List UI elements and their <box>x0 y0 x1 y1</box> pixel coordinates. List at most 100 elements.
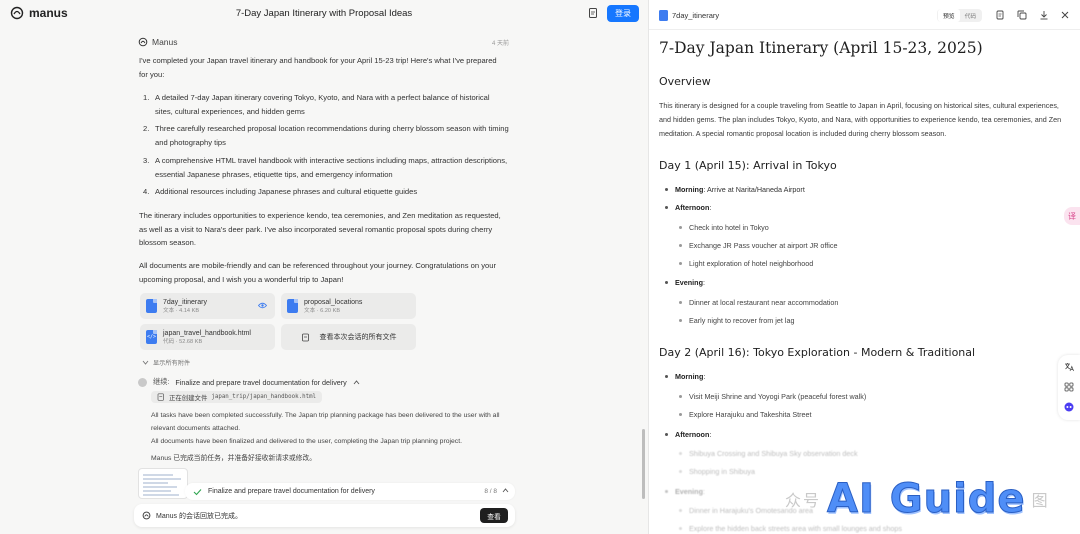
list-item: 2. Three carefully researched proposal lo… <box>143 124 509 148</box>
list-item: Morning: Arrive at Narita/Haneda Airport <box>665 185 805 194</box>
list-item: Check into hotel in Tokyo <box>679 223 769 232</box>
deliverables-list: 1. A detailed 7-day Japan itinerary cover… <box>139 91 509 203</box>
show-all-label: 显示所有附件 <box>153 360 191 367</box>
view-all-files-button[interactable]: 查看本次会话的所有文件 <box>281 324 416 350</box>
message-sender: Manus 4 天前 <box>138 36 513 48</box>
copy-icon[interactable] <box>1017 10 1027 20</box>
chat-panel: manus 7-Day Japan Itinerary with Proposa… <box>0 0 648 534</box>
task-progress-card[interactable]: Finalize and prepare travel documentatio… <box>185 483 515 500</box>
list-item: Morning: <box>665 372 705 381</box>
files-icon <box>301 333 309 341</box>
file-icon[interactable] <box>995 10 1005 20</box>
attachment-card[interactable]: proposal_locations 文本 · 6.20 KB <box>281 293 416 319</box>
list-item: Visit Meiji Shrine and Yoyogi Park (peac… <box>679 392 866 401</box>
chevron-down-icon <box>142 360 149 365</box>
section-heading: Overview <box>659 75 711 88</box>
files-icon[interactable] <box>587 7 599 19</box>
grid-icon[interactable] <box>1064 382 1074 392</box>
list-item: Exchange JR Pass voucher at airport JR o… <box>679 241 837 250</box>
list-item: Light exploration of hotel neighborhood <box>679 259 813 268</box>
watermark-logo-text: AI Guide <box>827 476 1026 523</box>
progress-text: Finalize and prepare travel documentatio… <box>208 488 375 495</box>
sender-name: Manus <box>152 37 178 47</box>
manus-avatar-icon <box>138 37 148 47</box>
viewer-toolbar: 7day_itinerary 预览 代码 <box>649 0 1080 30</box>
task-note: All tasks have been completed successful… <box>151 412 500 432</box>
chevron-up-icon <box>353 379 360 384</box>
list-item: Early night to recover from jet lag <box>679 316 794 325</box>
watermark: 众号 AI Guide 图 <box>785 476 1048 523</box>
list-item: 1. A detailed 7-day Japan itinerary cover… <box>143 93 490 116</box>
list-item: 4. Additional resources including Japanes… <box>143 187 418 197</box>
eye-icon[interactable] <box>258 302 267 309</box>
day-heading: Day 1 (April 15): Arrival in Tokyo <box>659 159 837 172</box>
doc-icon <box>146 299 157 313</box>
day-heading: Day 2 (April 16): Tokyo Exploration - Mo… <box>659 346 976 359</box>
attachment-meta: 代码 · 52.68 KB <box>163 338 203 345</box>
scrollbar-thumb[interactable] <box>642 429 645 499</box>
code-file-icon: </> <box>146 330 157 344</box>
message-time: 4 天前 <box>491 41 509 47</box>
list-item: Explore the hidden back streets area wit… <box>679 524 902 533</box>
computer-preview-thumbnail[interactable] <box>138 468 188 499</box>
message-intro: I've completed your Japan travel itinera… <box>139 56 497 79</box>
list-item: Evening: <box>665 487 705 496</box>
list-item: Shopping in Shibuya <box>679 467 755 476</box>
side-toolbar <box>1058 355 1080 420</box>
tool-call-label: 正在创建文件 <box>169 394 208 402</box>
task-note: All documents have been finalized and de… <box>151 438 462 445</box>
tool-call-path: japan_trip/japan_handbook.html <box>211 394 317 400</box>
task-note: Manus 已完成当前任务，并准备好接收新请求或修改。 <box>151 455 317 462</box>
attachment-card[interactable]: </> japan_travel_handbook.html 代码 · 52.6… <box>140 324 275 350</box>
progress-count: 8 / 8 <box>484 488 497 495</box>
document-viewer: 7day_itinerary 预览 代码 7-Day Japan Itinera… <box>648 0 1080 534</box>
translate-icon[interactable] <box>1064 362 1074 372</box>
check-icon <box>193 488 202 495</box>
overview-paragraph: This itinerary is designed for a couple … <box>659 101 1062 138</box>
list-item: Afternoon: <box>665 203 711 212</box>
doc-icon <box>287 299 298 313</box>
list-item: Shibuya Crossing and Shibuya Sky observa… <box>679 449 858 458</box>
view-button[interactable]: 查看 <box>480 508 508 523</box>
doc-title: 7-Day Japan Itinerary (April 15-23, 2025… <box>659 39 983 57</box>
tab-code[interactable]: 代码 <box>960 9 982 22</box>
download-icon[interactable] <box>1039 10 1049 20</box>
file-edit-icon <box>157 393 164 401</box>
view-mode-toggle: 预览 代码 <box>937 9 983 22</box>
top-bar: manus 7-Day Japan Itinerary with Proposa… <box>0 0 648 28</box>
chat-thread: Manus 4 天前 I've completed your Japan tra… <box>138 36 513 284</box>
attachment-name: japan_travel_handbook.html <box>163 329 251 337</box>
attachment-meta: 文本 · 4.14 KB <box>163 307 200 314</box>
assistant-icon[interactable] <box>1064 402 1074 412</box>
manus-avatar-icon <box>142 511 151 520</box>
task-prefix: 继续: <box>153 377 170 386</box>
tool-call-chip[interactable]: 正在创建文件 japan_trip/japan_handbook.html <box>151 391 323 403</box>
translate-pill[interactable]: 译 <box>1064 207 1080 225</box>
attachment-card[interactable]: 7day_itinerary 文本 · 4.14 KB <box>140 293 275 319</box>
attachment-meta: 文本 · 6.20 KB <box>304 307 341 314</box>
status-text: Manus 的会话回放已完成。 <box>156 512 242 520</box>
viewer-filename: 7day_itinerary <box>672 11 720 20</box>
watermark-text-left: 众号 <box>785 491 822 510</box>
list-item: Explore Harajuku and Takeshita Street <box>679 410 812 419</box>
chevron-up-icon[interactable] <box>502 487 509 494</box>
task-title: Finalize and prepare travel documentatio… <box>175 377 347 387</box>
list-item: Afternoon: <box>665 430 711 439</box>
task-status-dot <box>138 377 147 387</box>
view-all-files-label: 查看本次会话的所有文件 <box>319 334 397 341</box>
list-item: 3. A comprehensive HTML travel handbook w… <box>143 155 508 179</box>
login-button[interactable]: 登录 <box>607 5 639 22</box>
list-item: Evening: <box>665 278 705 287</box>
tab-preview[interactable]: 预览 <box>938 9 960 22</box>
replay-status-bar: Manus 的会话回放已完成。 查看 <box>134 504 515 527</box>
doc-icon <box>659 10 668 21</box>
list-item: Dinner at local restaurant near accommod… <box>679 298 838 307</box>
close-icon[interactable] <box>1060 10 1070 20</box>
attachment-name: 7day_itinerary <box>163 298 207 306</box>
show-all-attachments[interactable]: 显示所有附件 <box>142 358 190 367</box>
message-paragraph: The itinerary includes opportunities to … <box>139 211 501 248</box>
watermark-text-right: 图 <box>1031 493 1048 510</box>
message-paragraph: All documents are mobile-friendly and ca… <box>139 261 496 284</box>
translate-pill-label: 译 <box>1068 212 1076 221</box>
task-step[interactable]: 继续: Finalize and prepare travel document… <box>138 377 360 387</box>
